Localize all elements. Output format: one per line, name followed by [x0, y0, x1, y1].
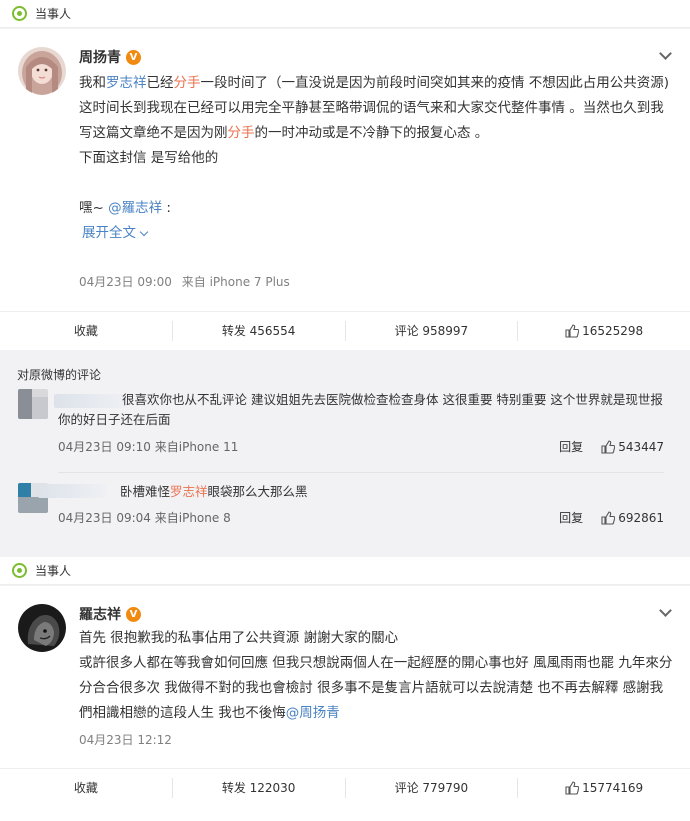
- post2-avatar[interactable]: [18, 604, 66, 652]
- post1-action-bar: 收藏 转发 456554 评论 958997 16525298: [0, 311, 690, 349]
- post2-action-bar: 收藏 转发 122030 评论 779790 15774169: [0, 768, 690, 806]
- mention-link[interactable]: @羅志祥: [108, 200, 162, 216]
- post2-meta: 04月23日 12:12: [79, 731, 172, 748]
- post2-body: 首先 很抱歉我的私事佔用了公共資源 謝謝大家的關心 或許很多人都在等我會如何回應…: [79, 626, 674, 726]
- comment-avatar[interactable]: [18, 389, 48, 419]
- thumbs-up-icon: [565, 323, 580, 338]
- mention-link[interactable]: 罗志祥: [106, 75, 147, 91]
- verified-badge-icon: V: [126, 606, 141, 622]
- collect-button[interactable]: 收藏: [0, 321, 172, 341]
- location-pin-icon: [12, 563, 27, 578]
- post1-source: 来自 iPhone 7 Plus: [181, 275, 290, 289]
- comment-time: 04月23日 09:10 来自iPhone 11: [58, 440, 239, 454]
- comment-button[interactable]: 评论 958997: [344, 320, 518, 341]
- thumbs-up-icon: [601, 510, 616, 525]
- comment-like-button[interactable]: 543447: [601, 440, 664, 454]
- comments-section: 对原微博的评论 很喜欢你也从不乱评论 建议姐姐先去医院做检查检查身体 这很重要 …: [0, 351, 690, 537]
- post1-meta: 04月23日 09:00 来自 iPhone 7 Plus: [79, 273, 290, 290]
- thumbs-up-icon: [601, 439, 616, 454]
- highlight-keyword[interactable]: 分手: [174, 75, 201, 91]
- chevron-down-icon[interactable]: [659, 47, 672, 60]
- post1-time[interactable]: 04月23日 09:00: [79, 275, 172, 289]
- post1-card: 周扬青 V 我和罗志祥已经分手一段时间了（一直没说是因为前段时间突如其来的疫情 …: [0, 29, 690, 350]
- post1-author-name[interactable]: 周扬青: [79, 47, 121, 67]
- post1-paragraph-3: 下面这封信 是写给他的: [79, 150, 219, 166]
- like-button[interactable]: 15774169: [517, 777, 690, 798]
- post1-body: 我和罗志祥已经分手一段时间了（一直没说是因为前段时间突如其来的疫情 不想因此占用…: [79, 71, 674, 246]
- comment-divider: [58, 472, 664, 473]
- post1-avatar[interactable]: [18, 47, 66, 95]
- post1-tag-label: 当事人: [35, 7, 72, 21]
- reply-button[interactable]: 回复: [559, 438, 583, 455]
- highlight-keyword[interactable]: 罗志祥: [170, 484, 208, 499]
- post2-author-name[interactable]: 羅志祥: [79, 604, 121, 624]
- comment-text: 很喜欢你也从不乱评论 建议姐姐先去医院做检查检查身体 这很重要 特别重要 这个世…: [58, 392, 663, 427]
- comments-header: 对原微博的评论: [17, 368, 102, 382]
- post2-tag-label: 当事人: [35, 564, 72, 578]
- comment-time: 04月23日 09:04 来自iPhone 8: [58, 511, 231, 525]
- avatar-photo-icon: [18, 47, 66, 95]
- location-pin-icon: [12, 6, 27, 21]
- forward-button[interactable]: 转发 456554: [171, 320, 345, 341]
- chevron-down-icon[interactable]: [659, 604, 672, 617]
- comment-button[interactable]: 评论 779790: [344, 777, 518, 798]
- post2-author-row: 羅志祥 V: [79, 604, 141, 624]
- collect-button[interactable]: 收藏: [0, 778, 172, 798]
- post2-tag-bar: 当事人: [0, 557, 690, 585]
- comment-text: 卧槽难怪罗志祥眼袋那么大那么黑: [120, 484, 308, 499]
- post2-paragraph-1: 首先 很抱歉我的私事佔用了公共資源 謝謝大家的關心: [79, 630, 399, 646]
- post1-tag-bar: 当事人: [0, 0, 690, 28]
- highlight-keyword[interactable]: 分手: [228, 125, 255, 141]
- post2-card: 羅志祥 V 首先 很抱歉我的私事佔用了公共資源 謝謝大家的關心 或許很多人都在等…: [0, 586, 690, 821]
- like-button[interactable]: 16525298: [517, 320, 690, 341]
- comment-actions: 回复 543447: [559, 438, 664, 455]
- post1-paragraph-1: 我和罗志祥已经分手一段时间了（一直没说是因为前段时间突如其来的疫情 不想因此占用…: [79, 75, 670, 91]
- forward-button[interactable]: 转发 122030: [171, 777, 345, 798]
- mention-link[interactable]: @周扬青: [286, 705, 340, 721]
- post1-author-row: 周扬青 V: [79, 47, 141, 67]
- post1-paragraph-2: 这时间长到我现在已经可以用完全平静甚至略带调侃的语气来和大家交代整件事情 。当然…: [79, 100, 664, 141]
- chevron-down-small-icon: [139, 227, 149, 236]
- post2-paragraph-2: 或許很多人都在等我會如何回應 但我只想說兩個人在一起經歷的開心事也好 風風雨雨也…: [79, 655, 673, 721]
- comment-actions: 回复 692861: [559, 509, 664, 526]
- thumbs-up-icon: [565, 780, 580, 795]
- comment-like-button[interactable]: 692861: [601, 511, 664, 525]
- avatar-photo-icon: [18, 604, 66, 652]
- post1-paragraph-4: 嘿~ @羅志祥 :: [79, 200, 171, 216]
- verified-badge-icon: V: [126, 49, 141, 65]
- reply-button[interactable]: 回复: [559, 509, 583, 526]
- expand-full-text-link[interactable]: 展开全文: [82, 221, 674, 246]
- avatar-photo-icon: [18, 389, 48, 419]
- post2-time[interactable]: 04月23日 12:12: [79, 733, 172, 747]
